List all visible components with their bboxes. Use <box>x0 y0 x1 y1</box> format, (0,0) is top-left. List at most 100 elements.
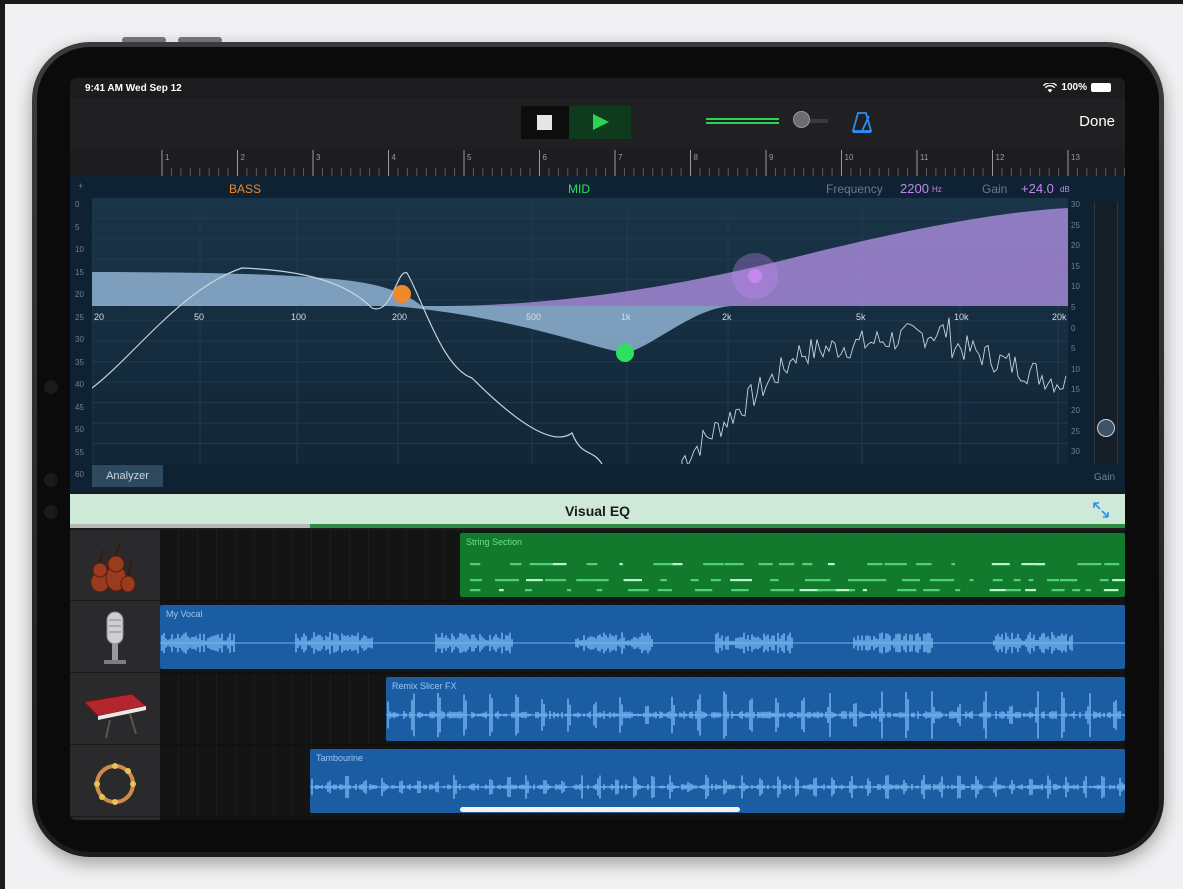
region-my-vocal[interactable]: My Vocal <box>160 605 1125 669</box>
ruler-bar-number: 11 <box>920 153 929 162</box>
midi-notes <box>470 563 1125 592</box>
track-lane-vocal[interactable]: My Vocal <box>160 602 1125 672</box>
tracks-area: String Section My Vocal Remix Slicer FX … <box>70 530 1125 820</box>
frequency-tick-label: 100 <box>291 312 306 322</box>
db-tick-left: 20 <box>75 290 84 299</box>
track-header-strings[interactable] <box>70 530 160 601</box>
midi-note <box>596 589 603 592</box>
midi-note <box>731 589 749 592</box>
track-lane-tambourine[interactable]: Tambourine <box>160 746 1125 816</box>
camera-dot <box>44 380 58 394</box>
midi-note <box>1025 589 1037 592</box>
midi-note <box>552 563 567 566</box>
midi-note <box>660 579 667 582</box>
play-icon <box>593 114 609 130</box>
high-band-handle[interactable] <box>748 269 762 283</box>
band-label-bass[interactable]: BASS <box>229 182 261 196</box>
region-remix-slicer-fx[interactable]: Remix Slicer FX <box>386 677 1125 741</box>
waveform <box>160 632 1125 654</box>
wifi-icon <box>1043 82 1058 92</box>
midi-note <box>586 563 598 566</box>
midi-note <box>1103 589 1119 592</box>
midi-note <box>730 579 752 582</box>
db-tick-right: 5 <box>1071 344 1076 354</box>
frequency-label: Frequency <box>826 182 883 196</box>
play-button[interactable] <box>569 106 631 139</box>
midi-note <box>470 589 481 592</box>
midi-note <box>827 563 835 566</box>
waveform <box>310 775 1125 799</box>
midi-note <box>470 579 482 582</box>
ruler-bar-number: 4 <box>392 153 397 162</box>
midi-note <box>1051 589 1065 592</box>
done-button[interactable]: Done <box>1079 113 1115 130</box>
midi-note <box>623 579 643 582</box>
mid-band-handle[interactable] <box>616 344 634 362</box>
midi-note <box>1005 589 1021 592</box>
visual-eq-bar[interactable]: Visual EQ <box>70 494 1125 528</box>
midi-note <box>566 589 572 592</box>
db-tick-right: 25 <box>1071 426 1080 436</box>
midi-note <box>627 589 649 592</box>
midi-note <box>619 563 623 566</box>
expand-icon[interactable] <box>1091 500 1111 520</box>
midi-note <box>653 563 676 566</box>
eq-low-band-fill <box>92 272 422 306</box>
db-tick-left: 30 <box>75 335 84 344</box>
band-label-mid[interactable]: MID <box>568 182 590 196</box>
playhead-progress <box>310 524 1125 528</box>
frequency-tick-label: 1k <box>621 312 631 322</box>
garageband-screen: 9:41 AM Wed Sep 12 100% Done 12345678 9 … <box>70 78 1125 820</box>
midi-note <box>916 563 932 566</box>
midi-note <box>1013 579 1021 582</box>
bass-band-handle[interactable] <box>393 285 411 303</box>
ruler-ticks: 1 2 3 4 5 6 7 8 9 10 11 12 13 <box>161 150 1125 176</box>
midi-note <box>494 579 520 582</box>
eq-graph[interactable]: 20 50 100 200 500 1k 2k 5k 10k 20k <box>91 198 1068 467</box>
gain-label: Gain <box>982 182 1008 196</box>
midi-note <box>1104 563 1120 566</box>
metronome-icon[interactable] <box>851 110 873 134</box>
waveform <box>386 691 1125 739</box>
track-header-vocal[interactable] <box>70 602 160 673</box>
ruler-bar-number: 6 <box>543 153 548 162</box>
db-tick-right: 15 <box>1071 385 1080 395</box>
gain-unit: dB <box>1060 185 1070 194</box>
db-tick-left: 55 <box>75 447 84 457</box>
region-tambourine[interactable]: Tambourine <box>310 749 1125 813</box>
frequency-value[interactable]: 2200 <box>900 181 929 196</box>
ruler-bar-number: 1 <box>165 153 170 162</box>
midi-note <box>724 563 744 566</box>
midi-note <box>848 579 868 582</box>
midi-note <box>1072 579 1078 582</box>
midi-note <box>545 579 567 582</box>
gain-value[interactable]: +24.0 <box>1021 181 1054 196</box>
track-lane-slicer[interactable]: Remix Slicer FX <box>160 674 1125 744</box>
stop-icon <box>537 115 552 130</box>
midi-note <box>778 563 795 566</box>
ruler-bar-number: 9 <box>769 153 774 162</box>
status-time: 9:41 AM Wed Sep 12 <box>85 83 182 94</box>
volume-knob[interactable] <box>793 111 810 128</box>
midi-note <box>703 563 724 566</box>
region-string-section[interactable]: String Section <box>460 533 1125 597</box>
gain-slider-knob[interactable] <box>1097 419 1115 437</box>
analyzer-button[interactable]: Analyzer <box>92 465 163 487</box>
midi-note <box>955 589 961 592</box>
midi-note <box>862 589 867 592</box>
eq-curve[interactable]: 20 50 100 200 500 1k 2k 5k 10k 20k <box>91 198 1068 467</box>
stop-button[interactable] <box>521 106 569 139</box>
track-header-slicer[interactable] <box>70 674 160 745</box>
track-header-tambourine[interactable] <box>70 746 160 817</box>
db-tick-left: 35 <box>75 357 84 367</box>
midi-note <box>901 579 920 582</box>
db-tick-right: 30 <box>1071 200 1080 209</box>
track-lane-strings[interactable]: String Section <box>160 530 1125 600</box>
status-right: 100% <box>1043 82 1111 93</box>
playhead-progress-track <box>70 524 310 528</box>
midi-note <box>758 563 773 566</box>
midi-note <box>526 579 543 582</box>
midi-note <box>1046 579 1060 582</box>
region-name: Remix Slicer FX <box>392 681 457 691</box>
timeline-ruler[interactable]: 1 2 3 4 5 6 7 8 9 10 11 12 13 <box>70 150 1125 176</box>
